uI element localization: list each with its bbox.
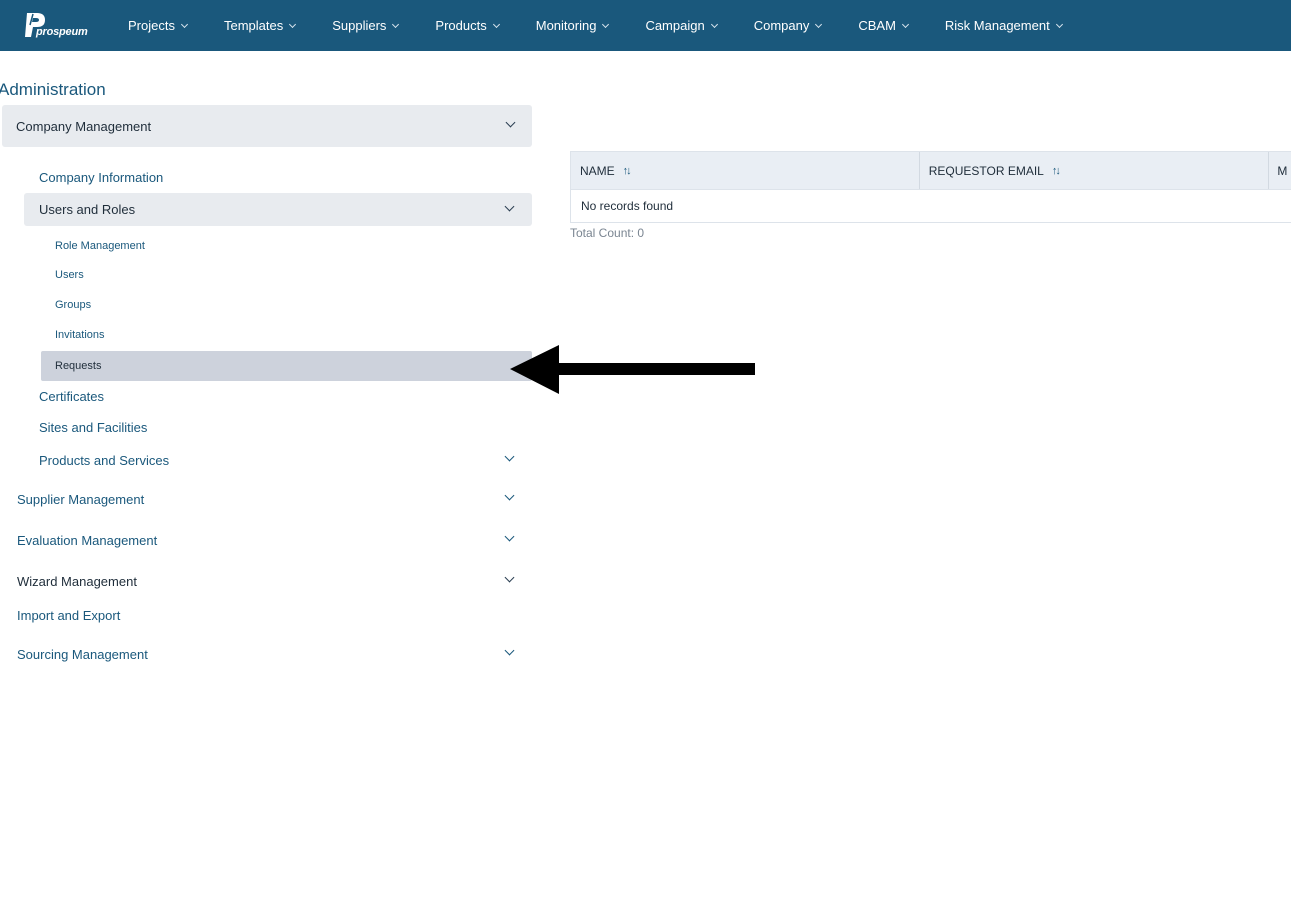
column-header-truncated[interactable]: M xyxy=(1269,152,1291,189)
sidebar-item-wizard-management[interactable]: Wizard Management xyxy=(17,574,137,589)
chevron-down-icon xyxy=(492,20,500,28)
sort-icon[interactable]: ↑↓ xyxy=(623,165,632,177)
sidebar-item-role-management[interactable]: Role Management xyxy=(55,240,145,252)
chevron-down-icon xyxy=(180,20,189,28)
arrow-left-icon xyxy=(510,345,755,394)
column-label: REQUESTOR EMAIL xyxy=(928,163,1044,178)
nav-monitoring[interactable]: Monitoring xyxy=(535,18,610,33)
chevron-down-icon xyxy=(710,20,718,28)
nav-company[interactable]: Company xyxy=(753,18,823,33)
nav-label: Company xyxy=(753,18,810,33)
chevron-down-icon[interactable] xyxy=(504,531,515,542)
chevron-down-icon xyxy=(504,201,515,212)
nav-label: Campaign xyxy=(645,18,705,33)
nav-label: Suppliers xyxy=(332,18,387,33)
sidebar-item-import-and-export[interactable]: Import and Export xyxy=(17,608,120,623)
page-title: Administration xyxy=(0,80,106,99)
sidebar-item-sites-and-facilities[interactable]: Sites and Facilities xyxy=(39,420,147,435)
table-row: No records found xyxy=(571,190,1291,222)
nav-label: CBAM xyxy=(858,18,896,33)
accordion-label: Users and Roles xyxy=(39,202,136,217)
accordion-label: Company Management xyxy=(16,118,152,134)
sidebar-item-requests[interactable]: Requests xyxy=(41,351,532,381)
nav-suppliers[interactable]: Suppliers xyxy=(332,18,400,33)
sidebar-item-company-information[interactable]: Company Information xyxy=(39,170,163,185)
column-label: NAME xyxy=(580,163,615,178)
chevron-down-icon xyxy=(901,20,909,28)
chevron-down-icon[interactable] xyxy=(504,645,515,656)
empty-message: No records found xyxy=(581,199,674,213)
chevron-down-icon[interactable] xyxy=(504,490,515,501)
table-header: NAME ↑↓ REQUESTOR EMAIL ↑↓ M xyxy=(571,152,1291,190)
nav-risk-management[interactable]: Risk Management xyxy=(944,18,1063,33)
sort-icon[interactable]: ↑↓ xyxy=(1052,165,1061,177)
sidebar-item-supplier-management[interactable]: Supplier Management xyxy=(17,492,144,507)
column-header-requestor-email[interactable]: REQUESTOR EMAIL ↑↓ xyxy=(920,152,1270,189)
chevron-down-icon xyxy=(392,20,400,28)
sidebar-item-groups[interactable]: Groups xyxy=(55,299,91,311)
top-navigation-bar: prospeum Projects Templates Suppliers Pr… xyxy=(0,0,1291,51)
sidebar-item-label: Requests xyxy=(55,360,102,372)
chevron-down-icon xyxy=(505,117,516,128)
sidebar-item-products-and-services[interactable]: Products and Services xyxy=(39,453,169,468)
main-nav: Projects Templates Suppliers Products Mo… xyxy=(128,0,1063,51)
chevron-down-icon[interactable] xyxy=(504,451,515,462)
nav-products[interactable]: Products xyxy=(435,18,500,33)
accordion-company-management[interactable]: Company Management xyxy=(2,105,532,147)
chevron-down-icon xyxy=(1055,20,1063,28)
nav-cbam[interactable]: CBAM xyxy=(858,18,909,33)
sidebar-item-certificates[interactable]: Certificates xyxy=(39,389,104,404)
nav-projects[interactable]: Projects xyxy=(128,18,189,33)
nav-campaign[interactable]: Campaign xyxy=(645,18,718,33)
chevron-down-icon xyxy=(602,20,610,28)
sidebar-item-evaluation-management[interactable]: Evaluation Management xyxy=(17,533,157,548)
sidebar-item-users[interactable]: Users xyxy=(55,269,84,281)
accordion-users-and-roles[interactable]: Users and Roles xyxy=(24,193,532,226)
nav-templates[interactable]: Templates xyxy=(223,18,297,33)
nav-label: Templates xyxy=(223,18,284,33)
chevron-down-icon[interactable] xyxy=(504,572,515,583)
sidebar-item-sourcing-management[interactable]: Sourcing Management xyxy=(17,647,148,662)
chevron-down-icon xyxy=(289,20,297,28)
chevron-down-icon xyxy=(815,20,823,28)
column-header-name[interactable]: NAME ↑↓ xyxy=(571,152,920,189)
nav-label: Products xyxy=(435,18,487,33)
column-label: M xyxy=(1277,163,1288,178)
requests-table: NAME ↑↓ REQUESTOR EMAIL ↑↓ M No records … xyxy=(570,151,1291,223)
nav-label: Monitoring xyxy=(535,18,597,33)
brand-logo-text: prospeum xyxy=(36,26,88,38)
brand-logo[interactable]: prospeum xyxy=(24,11,88,39)
sidebar-item-invitations[interactable]: Invitations xyxy=(55,329,105,341)
nav-label: Projects xyxy=(128,18,175,33)
total-count: Total Count: 0 xyxy=(570,226,645,240)
nav-label: Risk Management xyxy=(944,18,1050,33)
